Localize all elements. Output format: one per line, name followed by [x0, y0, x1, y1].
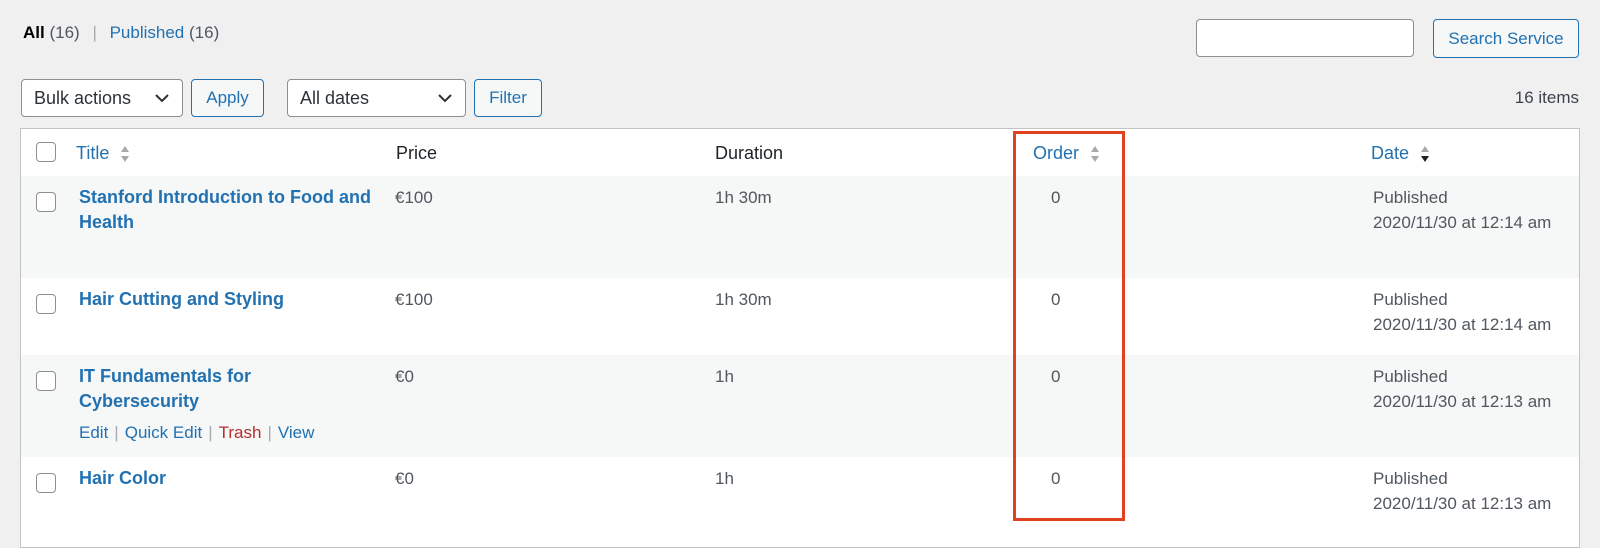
table-row: IT Fundamentals for Cybersecurity Edit | Q… [21, 355, 1579, 457]
date-cell: Published 2020/11/30 at 12:14 am [1373, 185, 1551, 235]
date-cell: Published 2020/11/30 at 12:13 am [1373, 364, 1551, 414]
column-order-label: Order [1033, 143, 1080, 163]
duration-cell: 1h 30m [715, 290, 772, 309]
view-separator: | [92, 23, 97, 42]
order-cell: 0 [1051, 469, 1061, 488]
column-order-header[interactable]: Order [1033, 142, 1100, 164]
column-title-label: Title [76, 143, 110, 163]
view-published-link[interactable]: Published [110, 23, 185, 42]
service-title-link[interactable]: Stanford Introduction to Food and Health [79, 185, 379, 235]
service-title-link[interactable]: Hair Color [79, 466, 379, 491]
apply-button[interactable]: Apply [191, 79, 264, 117]
order-cell: 0 [1051, 290, 1061, 309]
row-checkbox[interactable] [36, 294, 56, 314]
duration-cell: 1h [715, 367, 734, 386]
view-link[interactable]: View [278, 423, 315, 442]
view-published-count: (16) [189, 23, 220, 42]
date-status: Published [1373, 469, 1448, 488]
action-separator: | [208, 423, 213, 442]
date-value: 2020/11/30 at 12:14 am [1373, 213, 1552, 232]
duration-cell: 1h [715, 469, 734, 488]
duration-cell: 1h 30m [715, 188, 772, 207]
column-price-header: Price [396, 143, 438, 163]
column-date-header[interactable]: Date [1371, 142, 1430, 164]
price-cell: €100 [395, 188, 433, 207]
dates-filter-select[interactable]: All dates [287, 79, 466, 117]
bulk-actions-value: Bulk actions [34, 87, 132, 108]
edit-link[interactable]: Edit [79, 423, 108, 442]
chevron-down-icon [438, 94, 452, 103]
date-value: 2020/11/30 at 12:14 am [1373, 315, 1552, 334]
price-cell: €0 [395, 367, 414, 386]
search-input[interactable] [1196, 19, 1414, 57]
bulk-actions-select[interactable]: Bulk actions [21, 79, 183, 117]
price-cell: €100 [395, 290, 433, 309]
service-title-link[interactable]: Hair Cutting and Styling [79, 287, 379, 312]
select-all-checkbox[interactable] [36, 142, 56, 162]
filter-button[interactable]: Filter [474, 79, 542, 117]
table-header: Title Price Duration Order Date [21, 129, 1579, 177]
row-checkbox[interactable] [36, 192, 56, 212]
date-status: Published [1373, 188, 1448, 207]
order-cell: 0 [1051, 188, 1061, 207]
column-title-header[interactable]: Title [76, 142, 130, 164]
price-cell: €0 [395, 469, 414, 488]
date-cell: Published 2020/11/30 at 12:14 am [1373, 287, 1551, 337]
table-row: Hair Cutting and Styling €100 1h 30m 0 P… [21, 278, 1579, 355]
view-all-link[interactable]: All [23, 23, 45, 42]
date-status: Published [1373, 367, 1448, 386]
column-date-label: Date [1371, 143, 1410, 163]
trash-link[interactable]: Trash [219, 423, 262, 442]
service-title-link[interactable]: IT Fundamentals for Cybersecurity [79, 364, 309, 414]
sort-icon [121, 146, 130, 163]
sort-desc-icon [1421, 146, 1430, 163]
action-separator: | [114, 423, 119, 442]
services-table: Title Price Duration Order Date Stanford… [20, 128, 1580, 548]
action-separator: | [267, 423, 272, 442]
date-value: 2020/11/30 at 12:13 am [1373, 392, 1552, 411]
row-checkbox[interactable] [36, 371, 56, 391]
date-value: 2020/11/30 at 12:13 am [1373, 494, 1552, 513]
chevron-down-icon [155, 94, 169, 103]
column-duration-header: Duration [715, 143, 784, 163]
row-checkbox[interactable] [36, 473, 56, 493]
view-all-count: (16) [49, 23, 80, 42]
date-cell: Published 2020/11/30 at 12:13 am [1373, 466, 1551, 516]
sort-icon [1091, 146, 1100, 163]
dates-filter-value: All dates [300, 87, 370, 108]
row-actions: Edit | Quick Edit | Trash | View [79, 422, 314, 444]
date-status: Published [1373, 290, 1448, 309]
order-cell: 0 [1051, 367, 1061, 386]
quick-edit-link[interactable]: Quick Edit [125, 423, 202, 442]
table-row: Stanford Introduction to Food and Health… [21, 176, 1579, 278]
items-count: 16 items [1514, 88, 1579, 107]
search-service-button[interactable]: Search Service [1433, 19, 1579, 58]
status-filter-links: All (16) | Published (16) [23, 22, 219, 44]
